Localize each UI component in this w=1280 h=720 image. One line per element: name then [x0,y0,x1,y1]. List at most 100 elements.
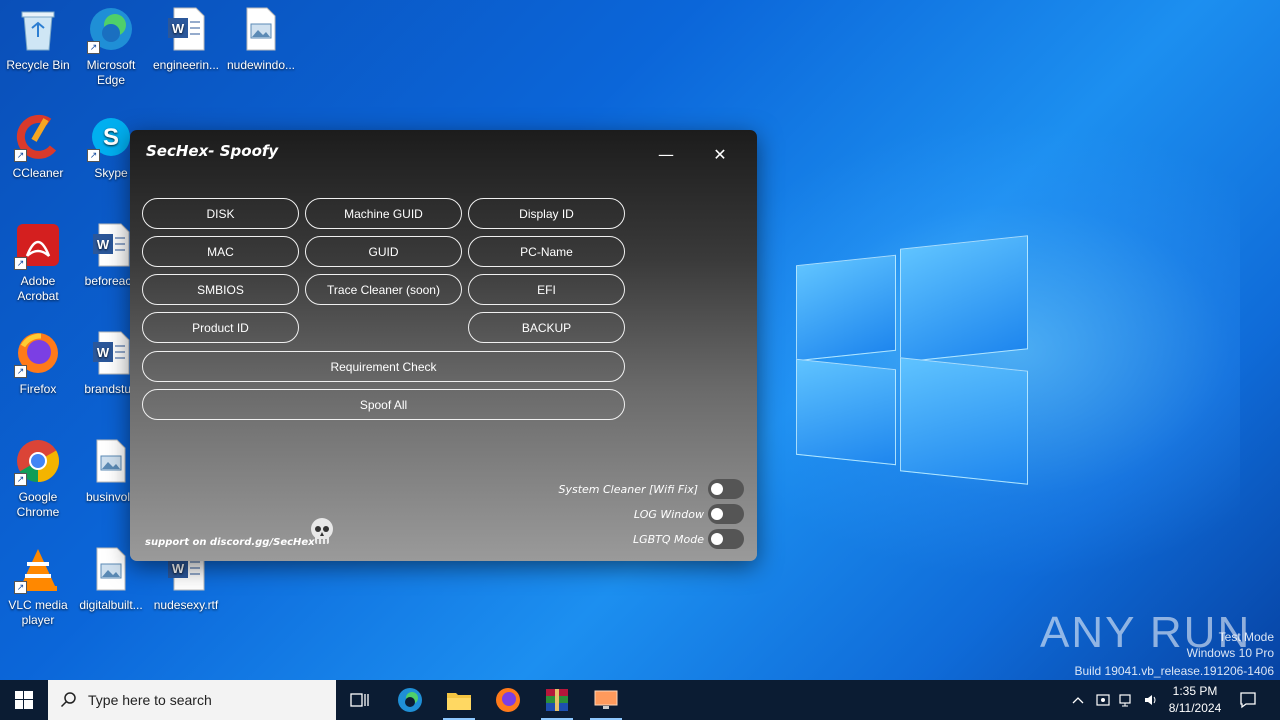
desktop-icon-firefox[interactable]: ↗ Firefox [0,330,76,397]
product-id-button[interactable]: Product ID [142,312,299,343]
disk-button[interactable]: DISK [142,198,299,229]
os-edition-text: Windows 10 Pro [1186,646,1274,660]
volume-button[interactable] [1140,680,1162,720]
pc-name-button[interactable]: PC-Name [468,236,625,267]
taskbar-firefox[interactable] [484,680,532,720]
desktop-icon-label: Google Chrome [16,490,60,519]
shortcut-arrow-icon: ↗ [87,41,100,54]
svg-text:W: W [97,237,110,252]
chrome-icon: ↗ [14,438,62,486]
desktop-icon-label: Recycle Bin [6,58,70,72]
desktop-icon-label: Firefox [19,382,57,396]
shortcut-arrow-icon: ↗ [14,473,27,486]
clock-time: 1:35 PM [1172,684,1218,698]
task-view-icon [350,693,369,707]
taskbar: Type here to search 1:35 PM 8/11/2024 [0,680,1280,720]
close-button[interactable]: ✕ [710,146,730,166]
tray-app-button[interactable] [1092,680,1114,720]
speaker-icon [1145,695,1156,705]
lgbtq-mode-toggle[interactable] [708,529,744,549]
minimize-button[interactable]: — [656,146,676,166]
backup-button[interactable]: BACKUP [468,312,625,343]
taskbar-edge[interactable] [386,680,434,720]
desktop-icon-label: engineerin... [152,58,220,72]
desktop-icon-label: Microsoft Edge [86,58,136,87]
firefox-icon [496,688,520,712]
skull-icon [311,518,333,544]
desktop-icon-vlc-media-player[interactable]: ↗ VLC media player [0,546,76,628]
taskbar-winrar[interactable] [533,680,581,720]
ccleaner-icon: ↗ [14,114,62,162]
desktop-icon-ccleaner[interactable]: ↗ CCleaner [0,114,76,181]
build-text: Build 19041.vb_release.191206-1406 [1074,664,1275,678]
taskbar-sechex-app[interactable] [582,680,630,720]
search-placeholder: Type here to search [88,692,212,708]
taskbar-clock[interactable]: 1:35 PM 8/11/2024 [1160,683,1230,717]
display-id-button[interactable]: Display ID [468,198,625,229]
network-icon [1119,694,1131,707]
smbios-button[interactable]: SMBIOS [142,274,299,305]
edge-icon [398,688,422,712]
svg-text:W: W [172,561,185,576]
network-button[interactable] [1116,680,1138,720]
chevron-up-icon [1072,697,1084,704]
taskbar-search-box[interactable]: Type here to search [48,680,336,720]
recycle-bin-icon [14,6,62,54]
guid-button[interactable]: GUID [305,236,462,267]
windows-logo-wallpaper [796,235,1028,485]
log-window-toggle[interactable] [708,504,744,524]
skype-icon: S ↗ [87,114,135,162]
vlc-icon: ↗ [14,546,62,594]
machine-guid-button[interactable]: Machine GUID [305,198,462,229]
toggle-knob [711,483,723,495]
test-mode-text: Test Mode [1218,630,1274,644]
trace-cleaner-button[interactable]: Trace Cleaner (soon) [305,274,462,305]
show-hidden-icons-button[interactable] [1068,680,1088,720]
efi-button[interactable]: EFI [468,274,625,305]
firefox-icon: ↗ [14,330,62,378]
requirement-check-button[interactable]: Requirement Check [142,351,625,382]
desktop-icon-label: CCleaner [12,166,64,180]
action-center-button[interactable] [1236,680,1260,720]
svg-text:W: W [97,345,110,360]
desktop-icon-label: Adobe Acrobat [17,274,59,303]
desktop-icon-google-chrome[interactable]: ↗ Google Chrome [0,438,76,520]
image-file-icon [237,6,285,54]
support-link[interactable]: support on discord.gg/SecHex [145,537,315,548]
folder-icon [447,693,471,710]
sechex-spoofy-window: SecHex- Spoofy — ✕ DISK Machine GUID Dis… [130,130,757,561]
shortcut-arrow-icon: ↗ [14,581,27,594]
word-doc-icon: W [87,330,135,378]
monitor-icon [594,690,618,709]
desktop-icon-nudewindo[interactable]: nudewindo... [223,6,299,73]
tray-app-icon [1096,694,1110,706]
task-view-button[interactable] [336,680,384,720]
desktop-icon-label: VLC media player [8,598,68,627]
mac-button[interactable]: MAC [142,236,299,267]
desktop-icon-adobe-acrobat[interactable]: ↗ Adobe Acrobat [0,222,76,304]
desktop-icon-microsoft-edge[interactable]: ↗ Microsoft Edge [73,6,149,88]
shortcut-arrow-icon: ↗ [87,149,100,162]
search-icon [60,692,76,708]
desktop-icon-label: nudesexy.rtf [153,598,219,612]
lgbtq-mode-label: LGBTQ Mode [632,533,704,546]
clock-date: 8/11/2024 [1168,701,1222,715]
word-doc-icon: W [87,222,135,270]
shortcut-arrow-icon: ↗ [14,257,27,270]
taskbar-file-explorer[interactable] [435,680,483,720]
spoof-all-button[interactable]: Spoof All [142,389,625,420]
shortcut-arrow-icon: ↗ [14,149,27,162]
system-cleaner-toggle[interactable] [708,479,744,499]
winrar-icon [546,689,568,711]
toggle-knob [711,508,723,520]
start-button[interactable] [0,680,48,720]
desktop-icon-recycle-bin[interactable]: Recycle Bin [0,6,76,73]
word-doc-icon: W [162,6,210,54]
desktop-icon-label: digitalbuilt... [79,598,143,612]
toggle-knob [711,533,723,545]
desktop-icon-label: nudewindo... [226,58,296,72]
desktop-icon-engineerin[interactable]: Wengineerin... [148,6,224,73]
notification-icon [1240,692,1256,709]
log-window-label: LOG Window [633,508,704,521]
shortcut-arrow-icon: ↗ [14,365,27,378]
